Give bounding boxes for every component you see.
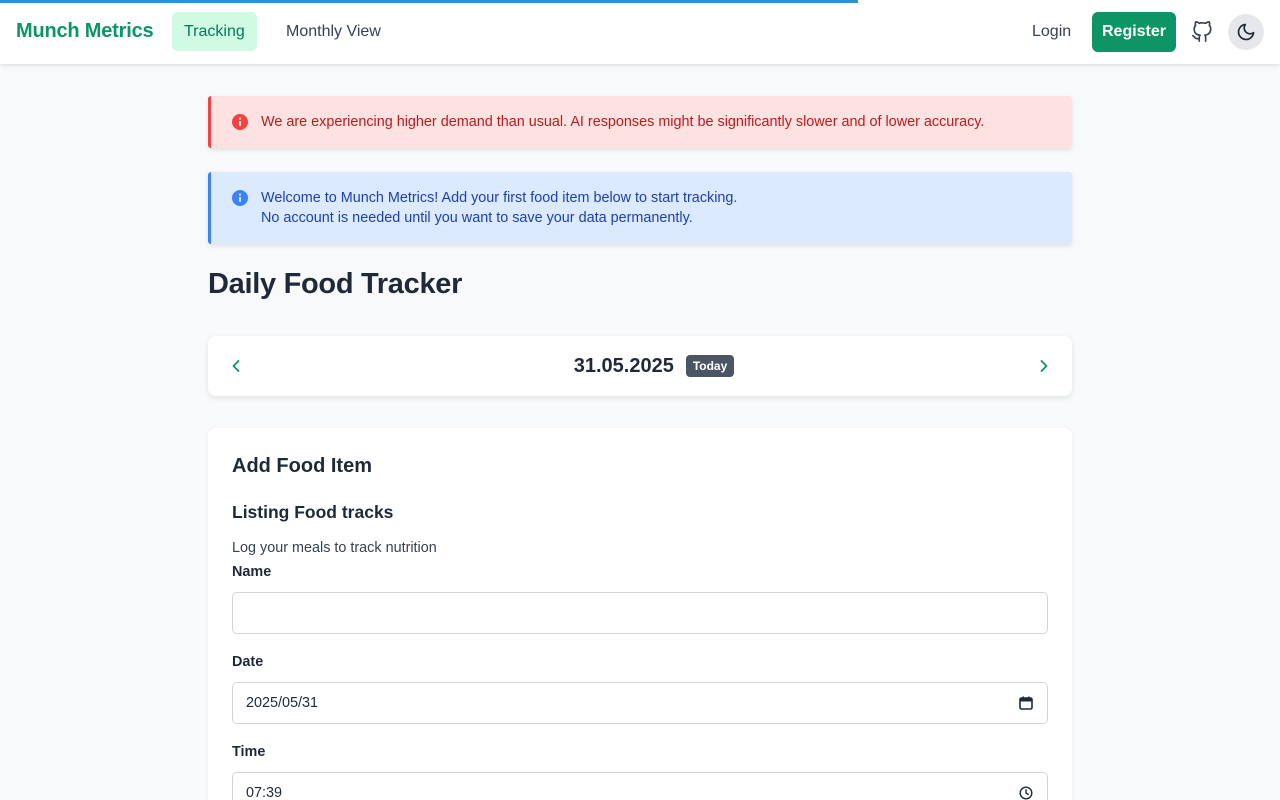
name-label: Name: [232, 564, 272, 580]
date-value: 2025/05/31: [246, 695, 319, 711]
welcome-line-2: No account is needed until you want to s…: [261, 210, 693, 226]
card-description: Log your meals to track nutrition: [232, 540, 437, 556]
tab-tracking[interactable]: Tracking: [172, 12, 257, 51]
welcome-text: Welcome to Munch Metrics! Add your first…: [261, 188, 737, 228]
current-date: 31.05.2025: [573, 354, 674, 377]
time-field[interactable]: 07:39: [232, 772, 1048, 800]
date-display: 31.05.2025 Today: [208, 336, 1072, 396]
tab-monthly-view[interactable]: Monthly View: [274, 12, 393, 51]
register-button[interactable]: Register: [1092, 12, 1176, 52]
calendar-icon[interactable]: [1018, 695, 1034, 711]
warning-text: We are experiencing higher demand than u…: [261, 114, 985, 130]
loading-progress-bar: [0, 0, 858, 3]
moon-icon: [1237, 23, 1255, 41]
card-title: Add Food Item: [232, 455, 372, 477]
login-link[interactable]: Login: [1020, 12, 1083, 52]
page-title: Daily Food Tracker: [208, 268, 463, 300]
time-value: 07:39: [246, 785, 283, 800]
top-navbar: Munch Metrics Tracking Monthly View Logi…: [0, 0, 1280, 64]
theme-toggle-button[interactable]: [1228, 14, 1264, 50]
demand-warning-alert: We are experiencing higher demand than u…: [208, 96, 1072, 148]
brand-logo[interactable]: Munch Metrics: [16, 20, 154, 43]
welcome-line-1: Welcome to Munch Metrics! Add your first…: [261, 190, 738, 206]
card-subtitle: Listing Food tracks: [232, 502, 394, 522]
chevron-right-icon[interactable]: [1032, 354, 1056, 378]
today-badge: Today: [685, 355, 735, 377]
time-label: Time: [232, 744, 266, 760]
name-field[interactable]: [232, 592, 1048, 634]
info-circle-icon: [232, 190, 248, 212]
date-field[interactable]: 2025/05/31: [232, 682, 1048, 724]
add-food-card: Add Food Item Listing Food tracks Log yo…: [208, 428, 1072, 800]
info-circle-icon: [232, 114, 248, 136]
welcome-info-alert: Welcome to Munch Metrics! Add your first…: [208, 172, 1072, 244]
github-icon[interactable]: [1190, 20, 1214, 44]
date-navigator: 31.05.2025 Today: [208, 336, 1072, 396]
date-label: Date: [232, 654, 264, 670]
clock-icon[interactable]: [1018, 785, 1034, 800]
